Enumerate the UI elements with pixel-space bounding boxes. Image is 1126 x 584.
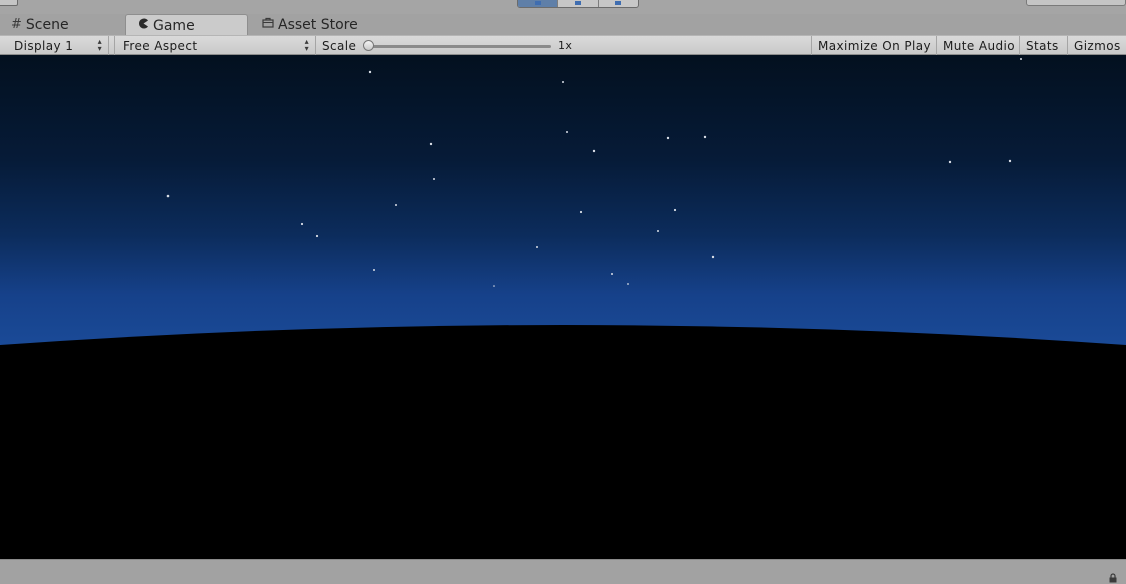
updown-arrows-icon: ▴ ▾ bbox=[304, 37, 309, 53]
layout-dropdown[interactable] bbox=[1026, 0, 1126, 6]
hand-tool-button[interactable] bbox=[0, 0, 18, 6]
maximize-label: Maximize On Play bbox=[818, 38, 931, 53]
stats-label: Stats bbox=[1026, 38, 1059, 53]
scale-label: Scale bbox=[322, 38, 357, 53]
step-button[interactable] bbox=[599, 0, 638, 7]
game-view-toolbar: Display 1 ▴ ▾ Free Aspect ▴ ▾ Scale 1x Max… bbox=[0, 35, 1126, 55]
mute-audio-toggle[interactable]: Mute Audio bbox=[937, 36, 1020, 55]
view-tab-bar: # Scene Game Asset Store bbox=[0, 14, 1126, 36]
status-bar bbox=[0, 559, 1126, 584]
tab-label: Game bbox=[153, 17, 195, 34]
aspect-dropdown[interactable]: Free Aspect ▴ ▾ bbox=[114, 36, 316, 55]
grid-icon: # bbox=[11, 17, 22, 32]
tab-label: Asset Store bbox=[278, 16, 358, 33]
ground-horizon bbox=[0, 325, 1126, 559]
aspect-label: Free Aspect bbox=[123, 38, 198, 53]
game-view-viewport[interactable] bbox=[0, 55, 1126, 559]
scale-slider-track[interactable] bbox=[366, 45, 551, 48]
display-dropdown[interactable]: Display 1 ▴ ▾ bbox=[0, 36, 109, 55]
tab-game[interactable]: Game bbox=[125, 14, 248, 36]
display-label: Display 1 bbox=[14, 38, 74, 53]
gizmos-toggle[interactable]: Gizmos bbox=[1068, 36, 1126, 55]
scale-slider-thumb[interactable] bbox=[363, 40, 374, 51]
play-button[interactable] bbox=[518, 0, 559, 7]
night-sky-render bbox=[0, 55, 1126, 559]
scale-value: 1x bbox=[558, 39, 573, 52]
play-icon bbox=[534, 1, 541, 5]
step-icon bbox=[615, 1, 622, 5]
pause-button[interactable] bbox=[558, 0, 599, 7]
main-toolbar-strip bbox=[0, 0, 1126, 14]
pause-icon bbox=[574, 1, 581, 5]
stats-toggle[interactable]: Stats bbox=[1020, 36, 1068, 55]
tab-asset-store[interactable]: Asset Store bbox=[262, 14, 382, 35]
bag-icon bbox=[262, 17, 274, 32]
play-controls bbox=[517, 0, 639, 8]
mute-label: Mute Audio bbox=[943, 38, 1015, 53]
tab-scene[interactable]: # Scene bbox=[11, 14, 121, 35]
maximize-on-play-toggle[interactable]: Maximize On Play bbox=[811, 36, 937, 55]
sky-gradient bbox=[0, 55, 1126, 355]
pacman-icon bbox=[138, 18, 149, 33]
lock-icon[interactable] bbox=[1108, 573, 1118, 583]
gizmos-label: Gizmos bbox=[1074, 38, 1121, 53]
updown-arrows-icon: ▴ ▾ bbox=[97, 37, 102, 53]
tab-label: Scene bbox=[25, 16, 69, 33]
